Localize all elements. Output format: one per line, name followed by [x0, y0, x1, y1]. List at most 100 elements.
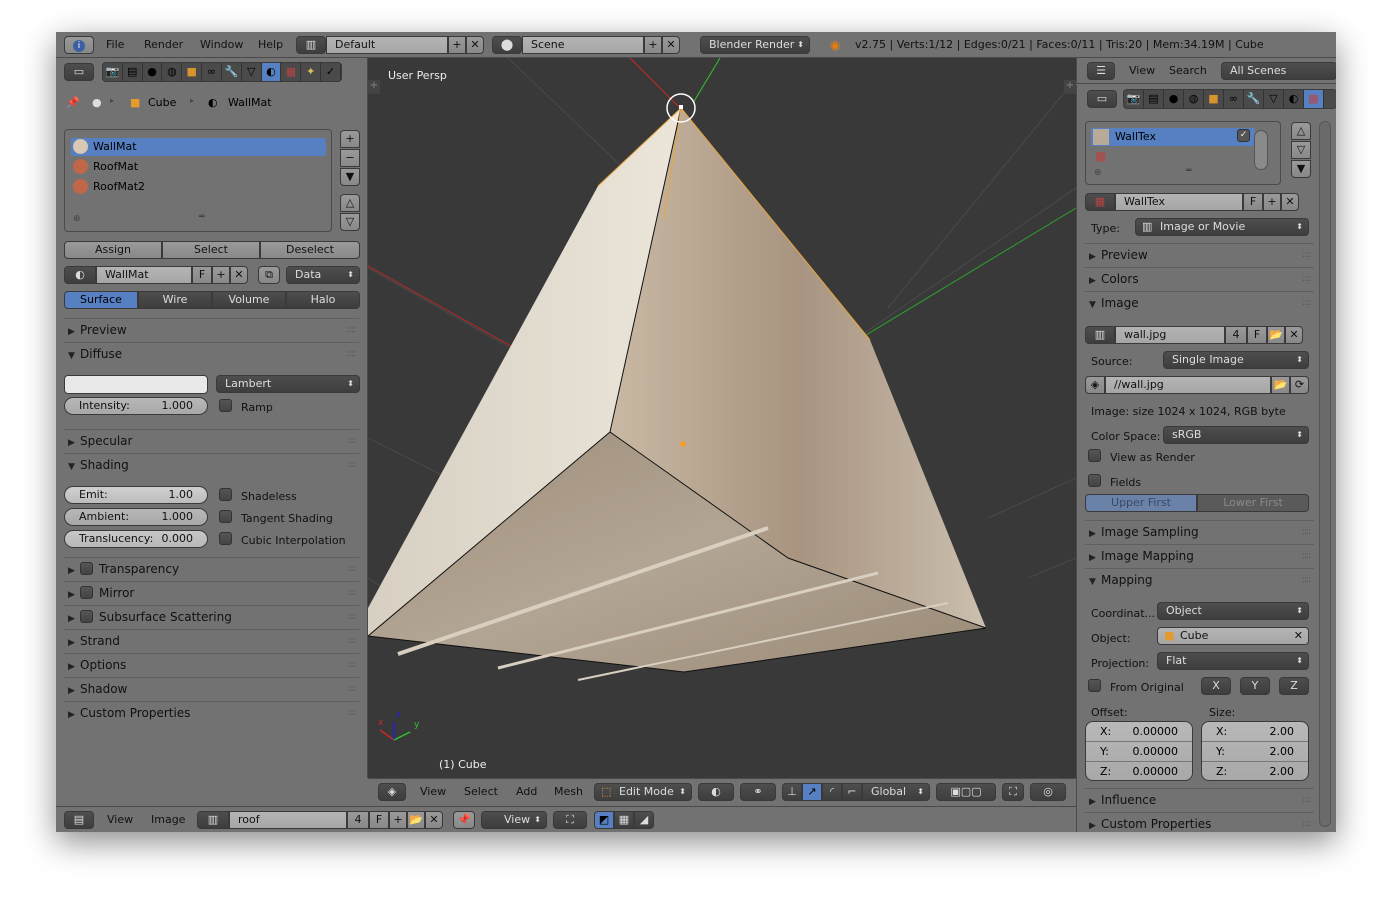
browse-image-button[interactable]: ▥ [1085, 326, 1115, 344]
add-layout-icon[interactable]: + [448, 36, 466, 54]
add-scene-icon[interactable]: + [644, 36, 662, 54]
menu-image[interactable]: Image [151, 813, 185, 826]
scrollbar[interactable] [1319, 121, 1331, 827]
open-image-button[interactable]: 📂 [407, 811, 425, 829]
map-x-dropdown[interactable]: X [1201, 677, 1231, 695]
section-mapping[interactable]: ▼ Mapping:::: [1085, 568, 1314, 592]
menu-mesh[interactable]: Mesh [554, 785, 583, 798]
proportional-editing-dropdown[interactable]: ◎ [1030, 783, 1066, 801]
image-fake-user-toggle[interactable]: F [369, 811, 389, 829]
editor-type-outliner-button[interactable]: ☰ [1087, 62, 1115, 80]
clear-object-icon[interactable]: ✕ [1294, 628, 1303, 644]
new-material-button[interactable]: + [212, 266, 230, 284]
list-scroll-handle[interactable] [1254, 130, 1268, 170]
upper-first-button[interactable]: Upper First [1085, 494, 1197, 512]
constraints-tab-icon[interactable]: ∞ [202, 63, 222, 81]
translucency-slider[interactable]: Translucency: 0.000 [64, 530, 208, 548]
object-tab-icon[interactable]: ■ [1204, 90, 1224, 108]
move-texture-up-button[interactable]: △ [1291, 122, 1311, 140]
shadeless-checkbox[interactable] [219, 488, 232, 501]
cubic-interpolation-checkbox[interactable] [219, 532, 232, 545]
data-tab-icon[interactable]: ▽ [1264, 90, 1284, 108]
screen-layout-icon[interactable]: ▥ [296, 36, 326, 54]
render-tab-icon[interactable]: 📷 [103, 63, 123, 81]
editor-type-3d-view-button[interactable]: ◈ [378, 783, 406, 801]
section-subsurface-scattering[interactable]: ▶ Subsurface Scattering:::: [64, 605, 359, 629]
section-shadow[interactable]: ▶ Shadow:::: [64, 677, 359, 701]
pivot-point-dropdown[interactable]: ⚭ [740, 783, 776, 801]
assign-button[interactable]: Assign [64, 241, 162, 259]
menu-outliner-view[interactable]: View [1129, 64, 1155, 77]
unlink-image-button[interactable]: ✕ [1285, 326, 1303, 344]
open-image-button[interactable]: 📂 [1267, 326, 1285, 344]
filter-options-icon[interactable]: ⊕ [73, 214, 81, 224]
mode-dropdown[interactable]: ⬚ Edit Mode ⬍ [594, 783, 692, 801]
world-tab-icon[interactable]: ◍ [162, 63, 183, 81]
scene-icon[interactable]: ⬤ [492, 36, 522, 54]
menu-view[interactable]: View [420, 785, 446, 798]
section-preview[interactable]: ▶ Preview:::: [1085, 243, 1314, 267]
tab-surface[interactable]: Surface [64, 291, 138, 309]
toolshelf-toggle-icon[interactable]: + [368, 80, 380, 94]
section-image-sampling[interactable]: ▶ Image Sampling:::: [1085, 520, 1314, 544]
new-image-button[interactable]: + [389, 811, 407, 829]
transparency-checkbox[interactable] [80, 562, 93, 575]
pack-image-icon[interactable]: ◈ [1085, 376, 1105, 394]
ambient-slider[interactable]: Ambient: 1.000 [64, 508, 208, 526]
texture-fake-user-toggle[interactable]: F [1243, 193, 1263, 211]
select-button[interactable]: Select [162, 241, 260, 259]
draw-channels-color-icon[interactable]: ◩ [594, 811, 614, 829]
scene-tab-icon[interactable]: ● [143, 63, 163, 81]
modifiers-tab-icon[interactable]: 🔧 [222, 63, 242, 81]
world-tab-icon[interactable]: ◍ [1184, 90, 1204, 108]
texture-specials-button[interactable]: ▼ [1291, 160, 1311, 178]
texture-slot-empty[interactable]: ▦ [1091, 148, 1255, 164]
display-mode-dropdown[interactable]: All Scenes [1221, 62, 1336, 80]
move-slot-up-button[interactable]: △ [340, 194, 360, 212]
filepath-field[interactable]: //wall.jpg [1105, 376, 1271, 394]
section-strand[interactable]: ▶ Strand:::: [64, 629, 359, 653]
draw-channels-alpha-icon[interactable]: ▦ [614, 811, 634, 829]
offset-x-field[interactable]: X: 0.00000 [1086, 722, 1192, 742]
move-texture-down-button[interactable]: ▽ [1291, 141, 1311, 159]
texture-type-dropdown[interactable]: ▥ Image or Movie ⬍ [1135, 218, 1309, 236]
menu-image-view[interactable]: View [107, 813, 133, 826]
image-view-mode-dropdown[interactable]: View ⬍ [481, 811, 547, 829]
material-slot[interactable]: RoofMat2 [71, 178, 326, 196]
section-options[interactable]: ▶ Options:::: [64, 653, 359, 677]
unlink-texture-button[interactable]: ✕ [1281, 193, 1299, 211]
diffuse-color-swatch[interactable] [64, 375, 208, 394]
scale-manipulator-icon[interactable]: ⌐ [842, 783, 862, 801]
section-custom-properties[interactable]: ▶ Custom Properties:::: [64, 701, 359, 725]
section-custom-properties[interactable]: ▶ Custom Properties:::: [1085, 812, 1314, 832]
menu-select[interactable]: Select [464, 785, 498, 798]
tab-halo[interactable]: Halo [286, 291, 360, 309]
draw-channels-z-icon[interactable]: ◢ [634, 811, 654, 829]
unlink-image-button[interactable]: ✕ [425, 811, 443, 829]
browse-material-button[interactable]: ◐ [64, 266, 96, 284]
fields-checkbox[interactable] [1088, 474, 1101, 487]
rotate-manipulator-icon[interactable]: ◜ [822, 783, 842, 801]
constraints-tab-icon[interactable]: ∞ [1224, 90, 1244, 108]
browse-file-button[interactable]: 📂 [1271, 376, 1290, 394]
render-layers-tab-icon[interactable]: ▤ [123, 63, 143, 81]
lower-first-button[interactable]: Lower First [1197, 494, 1309, 512]
size-y-field[interactable]: Y: 2.00 [1202, 742, 1308, 762]
section-preview[interactable]: ▶ Preview:::: [64, 318, 359, 342]
offset-z-field[interactable]: Z: 0.00000 [1086, 762, 1192, 780]
section-mirror[interactable]: ▶ Mirror:::: [64, 581, 359, 605]
texture-enabled-checkbox[interactable]: ✓ [1237, 129, 1250, 142]
emit-slider[interactable]: Emit: 1.00 [64, 486, 208, 504]
pin-icon[interactable]: 📌 [66, 96, 80, 109]
scene-tab-icon[interactable]: ● [1164, 90, 1184, 108]
node-toggle-icon[interactable]: ⧉ [258, 266, 280, 284]
list-resize-handle[interactable]: ═ [199, 212, 204, 222]
selected-vertex[interactable] [679, 105, 683, 109]
texture-slot[interactable]: WallTex ✓ [1091, 128, 1255, 146]
unlink-material-button[interactable]: ✕ [230, 266, 248, 284]
image-name-field[interactable]: wall.jpg [1115, 326, 1225, 344]
scene-field[interactable]: Scene [522, 36, 644, 54]
link-dropdown[interactable]: Data ⬍ [286, 266, 360, 284]
tab-wire[interactable]: Wire [138, 291, 212, 309]
editor-type-info-button[interactable]: i [64, 36, 94, 54]
